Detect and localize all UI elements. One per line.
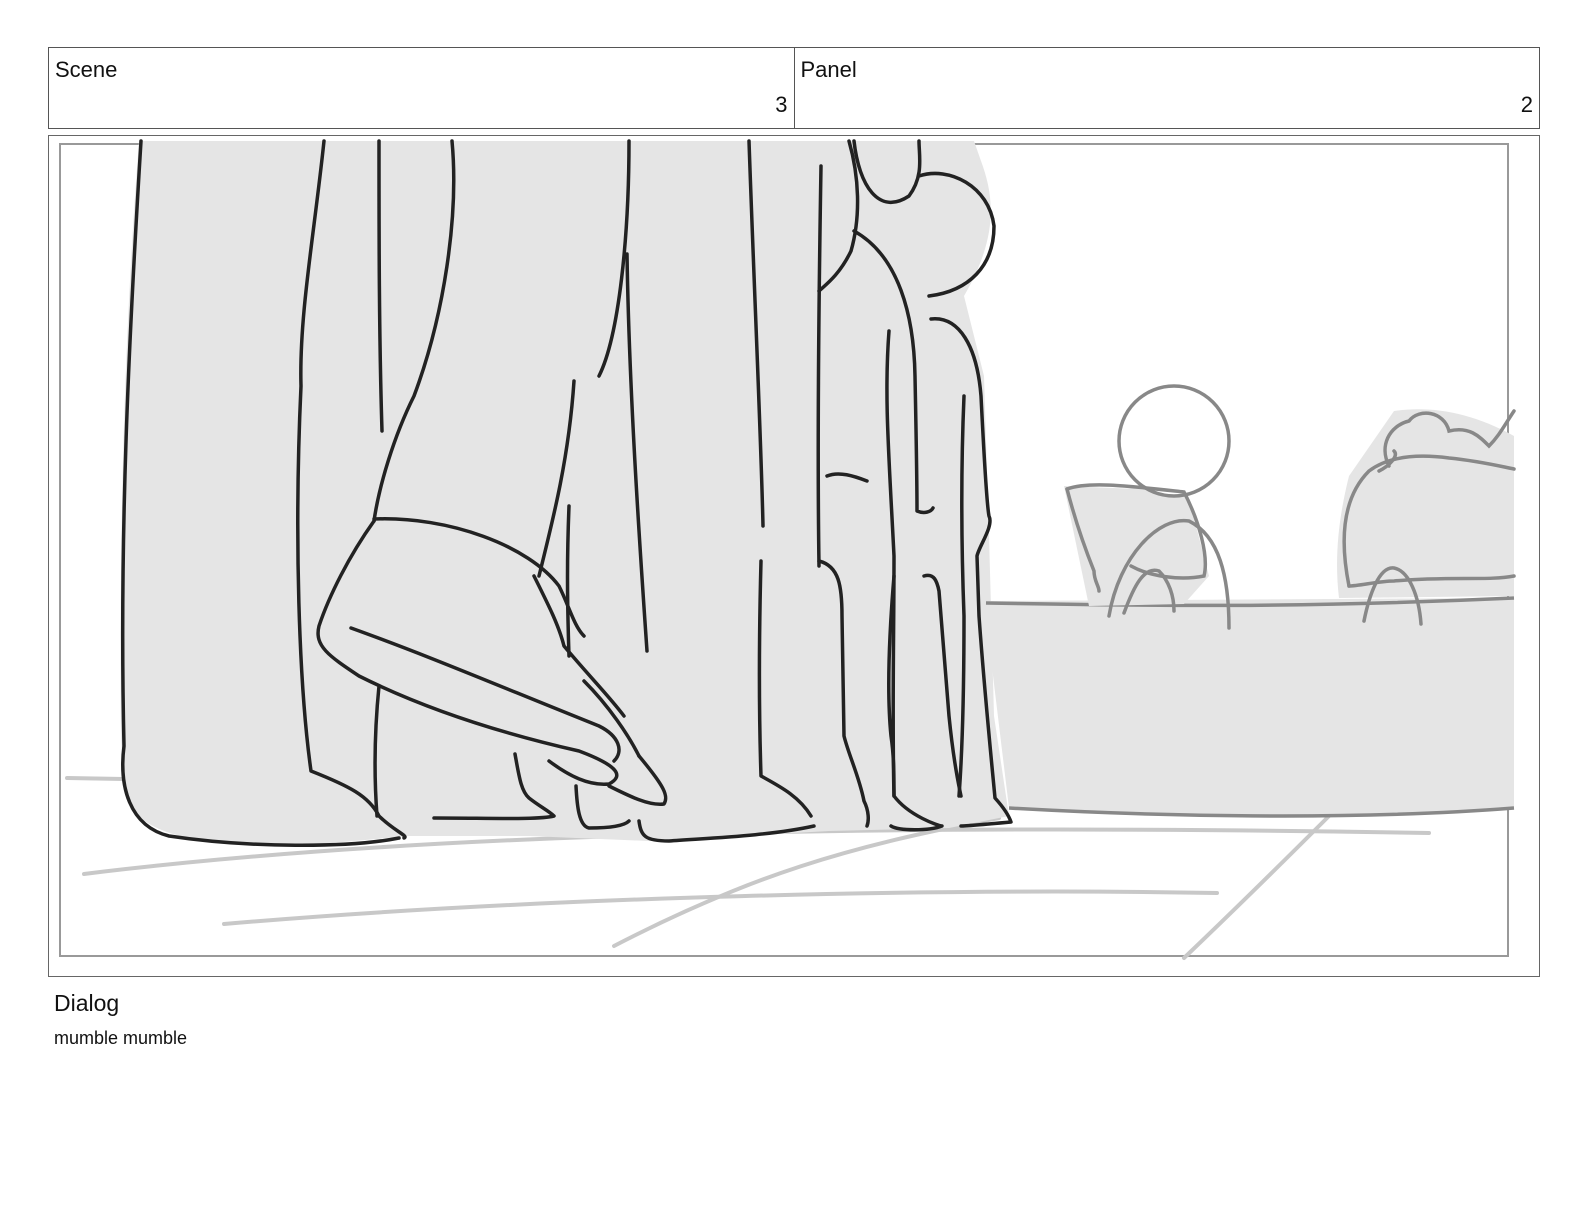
panel-number: 2 — [1520, 92, 1533, 117]
scene-label: Scene — [55, 57, 118, 82]
scene-cell: Scene 3 — [49, 48, 794, 128]
panel-label: Panel — [800, 57, 857, 82]
foreground-figures — [120, 139, 1013, 847]
dialog-label: Dialog — [54, 990, 120, 1016]
storyboard-panel — [48, 135, 1540, 977]
panel-cell: Panel 2 — [793, 48, 1540, 128]
dialog-text: mumble mumble — [54, 1028, 188, 1048]
background-figures — [1064, 384, 1516, 630]
scene-number: 3 — [775, 92, 788, 117]
storyboard-header: Scene 3 Panel 2 — [48, 47, 1540, 129]
table — [984, 596, 1515, 818]
panel-sketch — [59, 139, 1516, 960]
